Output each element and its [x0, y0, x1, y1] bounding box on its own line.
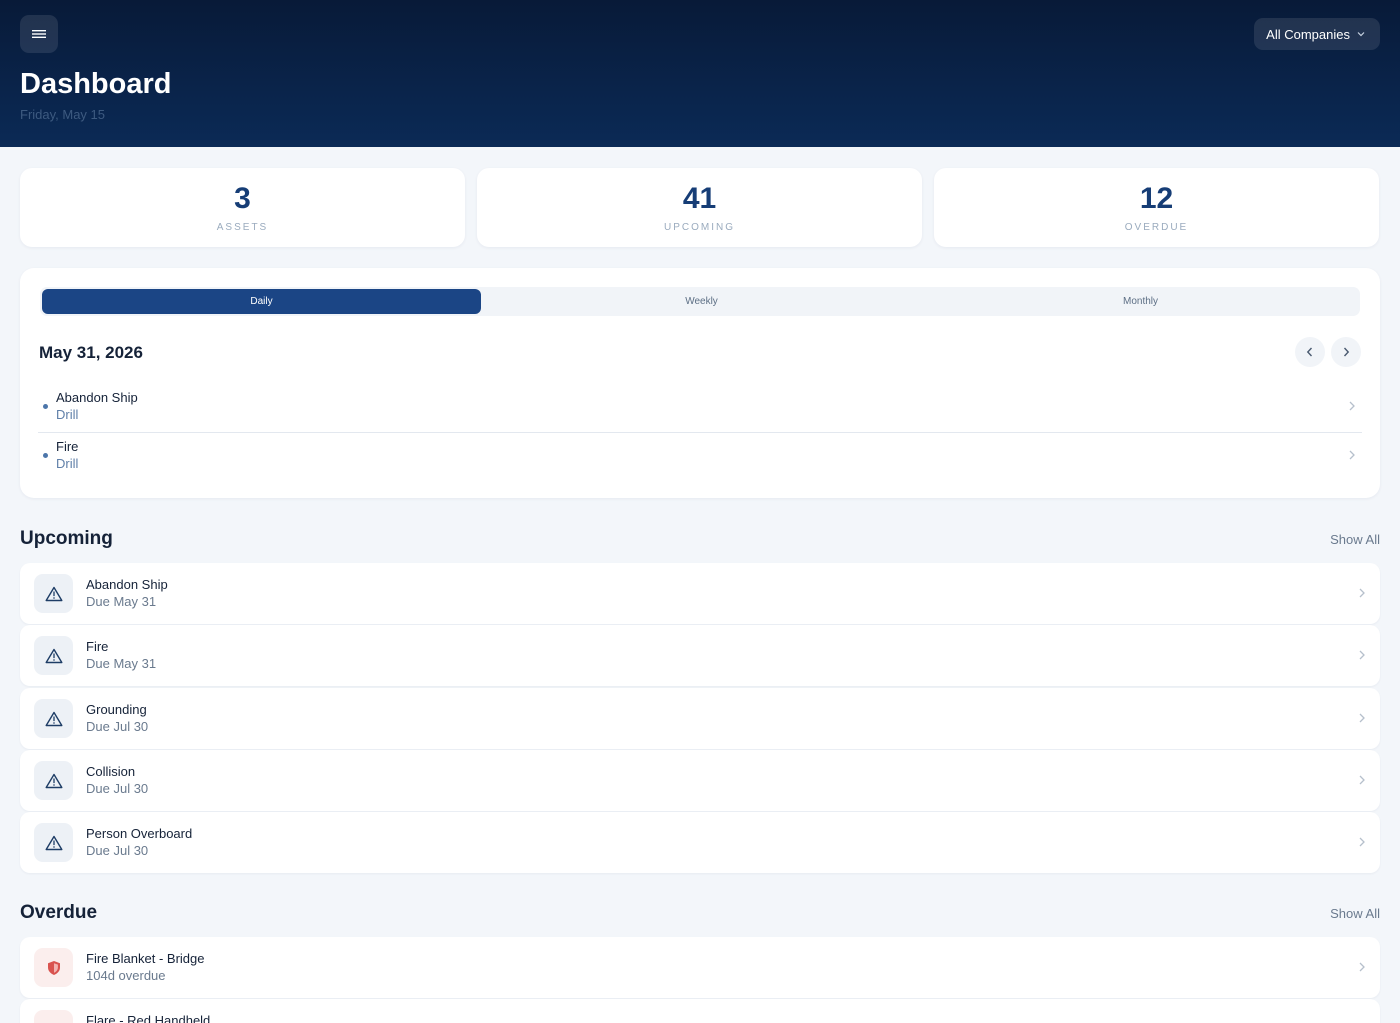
overdue-show-all-link[interactable]: Show All: [1330, 906, 1380, 921]
stat-value: 3: [234, 182, 251, 215]
upcoming-item-title: Person Overboard: [86, 826, 193, 841]
chevron-right-icon: [1359, 775, 1365, 785]
upcoming-row[interactable]: Grounding Due Jul 30: [20, 688, 1380, 749]
tab-weekly[interactable]: Weekly: [482, 289, 921, 314]
upcoming-row[interactable]: Person Overboard Due Jul 30: [20, 812, 1380, 873]
upcoming-item-title: Collision: [86, 764, 136, 779]
warning-triangle-icon: [45, 773, 62, 788]
stat-label: UPCOMING: [664, 222, 735, 233]
stat-card-assets[interactable]: 3 ASSETS: [20, 168, 465, 247]
calendar-item-title: Abandon Ship: [56, 390, 138, 405]
tab-daily[interactable]: Daily: [42, 289, 481, 314]
bullet-dot-icon: [43, 404, 48, 409]
menu-button[interactable]: [20, 15, 58, 53]
upcoming-item-due: Due May 31: [86, 656, 157, 671]
icon-tile: [34, 636, 73, 675]
icon-tile: [34, 574, 73, 613]
stat-value: 41: [682, 182, 717, 215]
overdue-section-title: Overdue: [20, 902, 98, 923]
chevron-right-icon: [1359, 837, 1365, 847]
stat-label: ASSETS: [216, 222, 269, 233]
page-title: Dashboard: [20, 68, 172, 100]
shield-icon: [47, 960, 60, 975]
icon-tile: [34, 699, 73, 738]
chevron-right-icon: [1359, 588, 1365, 598]
next-button[interactable]: [1331, 337, 1361, 367]
overdue-item-status: 104d overdue: [86, 968, 166, 983]
upcoming-item-due: Due Jul 30: [86, 719, 149, 734]
chevron-right-icon: [1349, 401, 1355, 411]
upcoming-item-title: Grounding: [86, 702, 147, 717]
calendar-item-subtitle: Drill: [56, 456, 79, 471]
warning-triangle-icon: [45, 648, 62, 663]
stat-card-upcoming[interactable]: 41 UPCOMING: [477, 168, 922, 247]
chevron-right-icon: [1359, 962, 1365, 972]
chevron-right-icon: [1359, 650, 1365, 660]
upcoming-item-title: Abandon Ship: [86, 577, 168, 592]
bullet-dot-icon: [43, 453, 48, 458]
period-segmented-control: Daily Weekly Monthly: [40, 287, 1360, 316]
icon-tile: [34, 1010, 73, 1023]
stat-label: OVERDUE: [1124, 222, 1189, 233]
chevron-right-icon: [1359, 713, 1365, 723]
calendar-card: Daily Weekly Monthly May 31, 2026 Abando…: [20, 268, 1380, 498]
chevron-down-icon: [1357, 32, 1365, 37]
page-date: Friday, May 15: [20, 107, 106, 122]
overdue-row[interactable]: Flare - Red Handheld: [20, 999, 1380, 1023]
header-banner: All Companies Dashboard Friday, May 15: [0, 0, 1400, 147]
calendar-date: May 31, 2026: [39, 343, 143, 362]
warning-triangle-icon: [45, 586, 62, 601]
upcoming-item-due: Due Jul 30: [86, 843, 149, 858]
icon-tile: [34, 761, 73, 800]
icon-tile: [34, 823, 73, 862]
upcoming-row[interactable]: Fire Due May 31: [20, 625, 1380, 686]
upcoming-item-due: Due Jul 30: [86, 781, 149, 796]
calendar-item[interactable]: Fire Drill: [38, 433, 1362, 481]
warning-triangle-icon: [45, 711, 62, 726]
chevron-right-icon: [1349, 450, 1355, 460]
stat-value: 12: [1139, 182, 1174, 215]
chevron-left-icon: [1306, 347, 1313, 357]
warning-triangle-icon: [45, 835, 62, 850]
calendar-item[interactable]: Abandon Ship Drill: [38, 384, 1362, 432]
upcoming-show-all-link[interactable]: Show All: [1330, 532, 1380, 547]
company-selector-label: All Companies: [1266, 26, 1350, 42]
upcoming-row[interactable]: Collision Due Jul 30: [20, 750, 1380, 811]
overdue-item-title: Flare - Red Handheld: [86, 1013, 211, 1023]
company-selector[interactable]: All Companies: [1254, 18, 1380, 50]
hamburger-menu-icon: [32, 30, 46, 38]
upcoming-row[interactable]: Abandon Ship Due May 31: [20, 563, 1380, 624]
overdue-item-title: Fire Blanket - Bridge: [86, 951, 205, 966]
upcoming-section-title: Upcoming: [20, 528, 113, 549]
stat-card-overdue[interactable]: 12 OVERDUE: [934, 168, 1379, 247]
upcoming-item-title: Fire: [86, 639, 109, 654]
previous-button[interactable]: [1295, 337, 1325, 367]
calendar-item-subtitle: Drill: [56, 407, 79, 422]
tab-monthly[interactable]: Monthly: [921, 289, 1360, 314]
calendar-item-title: Fire: [56, 439, 79, 454]
overdue-row[interactable]: Fire Blanket - Bridge 104d overdue: [20, 937, 1380, 998]
upcoming-item-due: Due May 31: [86, 594, 157, 609]
chevron-right-icon: [1343, 347, 1350, 357]
icon-tile: [34, 948, 73, 987]
